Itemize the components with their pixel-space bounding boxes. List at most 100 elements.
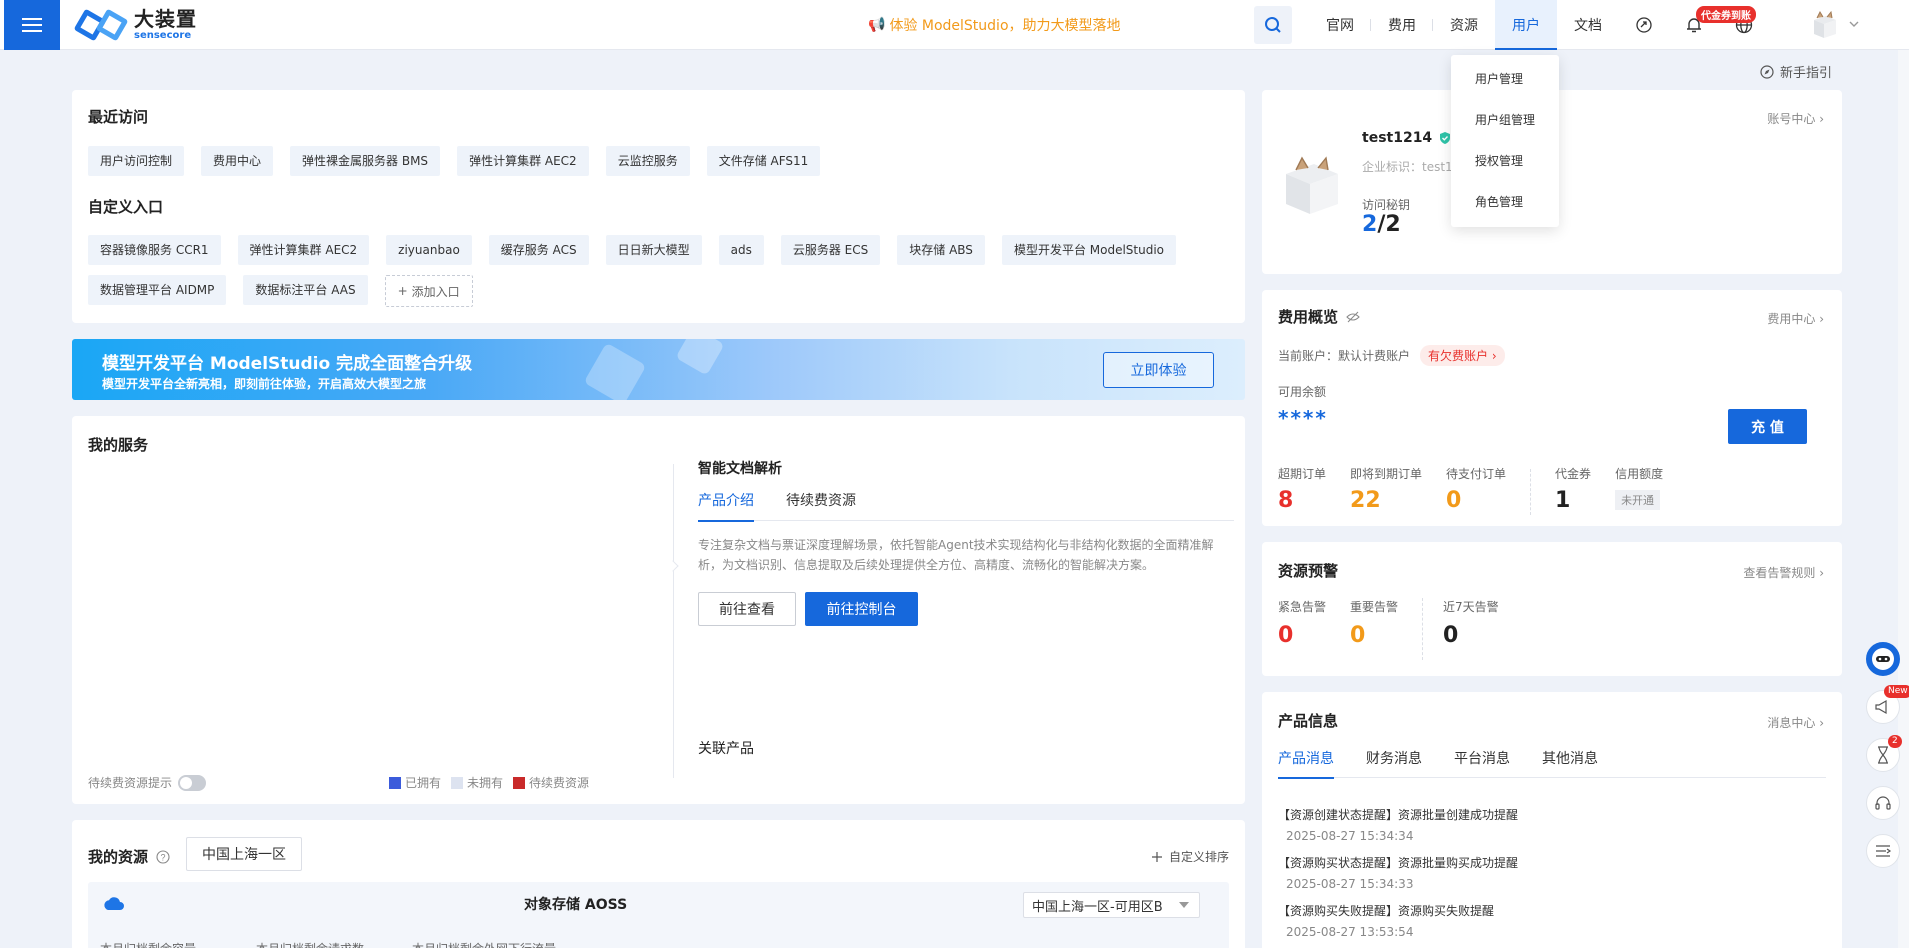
custom-entry[interactable]: 缓存服务 ACS — [488, 235, 589, 265]
go-console-button[interactable]: 前往控制台 — [805, 592, 918, 626]
logo-subtitle: sensecore — [134, 30, 192, 41]
nav-users[interactable]: 用户 — [1495, 0, 1557, 50]
promo-link[interactable]: 📢 体验 ModelStudio，助力大模型落地 — [868, 15, 1121, 35]
current-account-row: 当前账户：默认计费账户 有欠费账户 › — [1278, 345, 1505, 366]
move-icon — [1151, 851, 1162, 862]
banner-decoration — [675, 339, 725, 376]
custom-entry[interactable]: 容器镜像服务 CCR1 — [88, 235, 221, 265]
menu-user-management[interactable]: 用户管理 — [1451, 59, 1559, 100]
custom-entry[interactable]: 日日新大模型 — [605, 235, 702, 265]
recent-item[interactable]: 弹性计算集群 AEC2 — [457, 146, 589, 176]
aoss-stat-label: 本月归档剩余外网下行流量 — [412, 940, 556, 948]
message-tabs: 产品消息 财务消息 平台消息 其他消息 — [1278, 744, 1826, 779]
tab-pending-renewal[interactable]: 待续费资源 — [786, 489, 856, 521]
try-now-button[interactable]: 立即体验 — [1103, 352, 1214, 388]
legend-item: 未拥有 — [451, 774, 503, 791]
assistant-button[interactable] — [1866, 642, 1900, 676]
custom-entry[interactable]: ziyuanbao — [386, 235, 472, 265]
nav-docs[interactable]: 文档 — [1557, 0, 1619, 50]
fee-stat-coupon[interactable]: 代金券 1 — [1555, 465, 1591, 515]
account-center-link[interactable]: 账号中心 › — [1767, 110, 1824, 127]
message-item[interactable]: 【资源购买状态提醒】资源批量购买成功提醒 2025-08-27 15:34:33 — [1278, 854, 1518, 891]
collapse-button[interactable] — [1866, 834, 1900, 868]
resource-alert-card: 资源预警 查看告警规则 › 紧急告警 0 重要告警 0 近7天告警 0 — [1262, 542, 1842, 676]
message-item[interactable]: 【资源创建状态提醒】资源批量创建成功提醒 2025-08-27 15:34:34 — [1278, 806, 1518, 843]
logo-title: 大装置 — [134, 7, 197, 31]
divider — [673, 464, 674, 778]
pending-renewal-toggle-row: 待续费资源提示 — [88, 774, 207, 791]
chevron-down-icon[interactable] — [1848, 18, 1860, 33]
alert-stat-critical[interactable]: 紧急告警 0 — [1278, 598, 1326, 660]
scrollbar[interactable] — [1898, 50, 1909, 948]
help-icon[interactable]: ? — [156, 849, 170, 864]
nav-billing[interactable]: 费用 — [1371, 0, 1433, 50]
search-button[interactable] — [1254, 6, 1292, 44]
recent-item[interactable]: 弹性裸金属服务器 BMS — [290, 146, 441, 176]
service-product-title: 智能文档解析 — [698, 461, 782, 477]
region-select-button[interactable]: 中国上海一区 — [186, 837, 302, 871]
access-key-count[interactable]: 2/2 — [1362, 212, 1401, 237]
custom-sort-button[interactable]: 自定义排序 — [1151, 848, 1229, 865]
custom-entry[interactable]: 云服务器 ECS — [780, 235, 881, 265]
link-button[interactable] — [1619, 0, 1669, 50]
custom-entry[interactable]: 数据标注平台 AAS — [243, 275, 368, 305]
alert-stat-major[interactable]: 重要告警 0 — [1350, 598, 1398, 660]
recent-visits-title: 最近访问 — [88, 108, 149, 126]
service-description: 专注复杂文档与票证深度理解场景，依托智能Agent技术实现结构化与非结构化数据的… — [698, 538, 1214, 572]
custom-entry[interactable]: ads — [718, 235, 764, 265]
account-name-row: test1214 — [1362, 130, 1452, 146]
custom-entry[interactable]: 块存储 ABS — [897, 235, 985, 265]
tab-product-intro[interactable]: 产品介绍 — [698, 489, 754, 522]
fee-stat-overdue[interactable]: 超期订单 8 — [1278, 465, 1326, 515]
logo[interactable]: 大装置 sensecore — [73, 7, 197, 42]
divider — [1530, 469, 1532, 515]
custom-entry[interactable]: 模型开发平台 ModelStudio — [1001, 235, 1177, 265]
message-center-link[interactable]: 消息中心 › — [1767, 714, 1824, 731]
collapse-list-icon — [1876, 845, 1892, 857]
fee-center-link[interactable]: 费用中心 › — [1767, 310, 1824, 327]
recent-item[interactable]: 用户访问控制 — [88, 146, 185, 176]
account-name: test1214 — [1362, 130, 1433, 146]
pending-renewal-toggle[interactable] — [178, 774, 207, 791]
nav-official-site[interactable]: 官网 — [1309, 0, 1371, 50]
alert-rules-link[interactable]: 查看告警规则 › — [1743, 564, 1824, 581]
fee-overview-title-row: 费用概览 — [1278, 306, 1360, 327]
menu-user-group-management[interactable]: 用户组管理 — [1451, 100, 1559, 141]
eye-hidden-icon[interactable] — [1346, 311, 1360, 323]
aoss-panel: 对象存储 AOSS 中国上海一区-可用区B 本月归档剩余容量 本月归档剩余请求数… — [88, 882, 1229, 948]
search-icon — [1265, 17, 1281, 33]
hamburger-menu-button[interactable] — [4, 0, 60, 50]
add-entry-button[interactable]: + 添加入口 — [384, 275, 473, 307]
tab-finance-messages[interactable]: 财务消息 — [1366, 744, 1422, 778]
menu-authorization-management[interactable]: 授权管理 — [1451, 141, 1559, 182]
recent-item[interactable]: 云监控服务 — [605, 146, 690, 176]
alert-stat-week[interactable]: 近7天告警 0 — [1443, 598, 1499, 660]
zone-select[interactable]: 中国上海一区-可用区B — [1023, 892, 1200, 918]
fee-stat-unpaid[interactable]: 待支付订单 0 — [1446, 465, 1506, 515]
tab-platform-messages[interactable]: 平台消息 — [1454, 744, 1510, 778]
custom-entry[interactable]: 弹性计算集群 AEC2 — [237, 235, 370, 265]
tab-other-messages[interactable]: 其他消息 — [1542, 744, 1598, 778]
banner-subtitle: 模型开发平台全新亮相，即刻前往体验，开启高效大模型之旅 — [102, 377, 427, 391]
go-view-button[interactable]: 前往查看 — [698, 592, 796, 626]
custom-entry[interactable]: 数据管理平台 AIDMP — [88, 275, 227, 305]
user-avatar[interactable] — [1808, 8, 1840, 40]
custom-entries-row: 数据管理平台 AIDMP 数据标注平台 AAS + 添加入口 — [88, 275, 473, 307]
menu-role-management[interactable]: 角色管理 — [1451, 182, 1559, 223]
recharge-button[interactable]: 充 值 — [1728, 409, 1807, 444]
robot-assistant-icon — [1872, 648, 1894, 670]
tab-product-messages[interactable]: 产品消息 — [1278, 744, 1334, 779]
recent-item[interactable]: 费用中心 — [201, 146, 274, 176]
nav-resources[interactable]: 资源 — [1433, 0, 1495, 50]
caret-down-icon — [1179, 902, 1189, 908]
my-resources-card: 我的资源 ? 中国上海一区 自定义排序 对象存储 AOSS 中国上海一区-可用区… — [72, 820, 1245, 948]
megaphone-icon: 📢 — [868, 17, 886, 33]
support-button[interactable] — [1866, 786, 1900, 820]
beginner-guide-link[interactable]: 新手指引 — [1760, 62, 1832, 81]
fee-overview-card: 费用概览 费用中心 › 当前账户：默认计费账户 有欠费账户 › 可用余额 ***… — [1262, 290, 1842, 526]
arrears-badge[interactable]: 有欠费账户 › — [1420, 345, 1505, 366]
recent-item[interactable]: 文件存储 AFS11 — [706, 146, 821, 176]
legend-item: 待续费资源 — [513, 774, 589, 791]
fee-stat-expiring[interactable]: 即将到期订单 22 — [1350, 465, 1422, 515]
message-item[interactable]: 【资源购买失败提醒】资源购买失败提醒 2025-08-27 13:53:54 — [1278, 902, 1494, 939]
